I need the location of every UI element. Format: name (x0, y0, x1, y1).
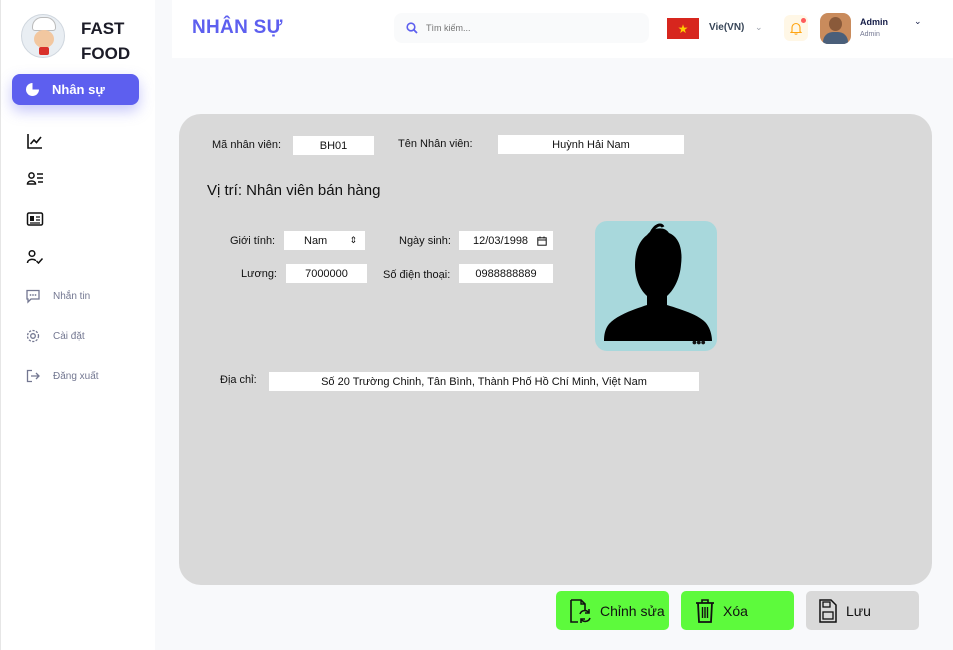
brand: FAST FOOD (21, 14, 130, 63)
sidebar-item-label: Nhân sự (52, 82, 105, 97)
edit-button-label: Chỉnh sửa (600, 602, 665, 619)
search-icon (406, 22, 418, 34)
user-name: Admin (860, 17, 888, 27)
chef-logo (21, 14, 65, 58)
salary-field[interactable]: 7000000 (286, 264, 367, 283)
save-file-icon (819, 598, 837, 623)
search-input[interactable] (426, 23, 626, 33)
employee-id-label: Mã nhân viên: (212, 139, 282, 151)
salary-label: Lương: (241, 268, 277, 280)
position-heading: Vị trí: Nhân viên bán hàng (207, 182, 381, 199)
chat-icon (26, 289, 40, 304)
logout-icon (26, 369, 40, 383)
chevron-down-icon[interactable]: ⌄ (755, 22, 763, 33)
person-silhouette-icon (604, 223, 712, 341)
sidebar-item-label: Đăng xuất (53, 370, 99, 382)
trash-icon (696, 598, 714, 623)
save-button-label: Lưu (846, 602, 871, 619)
vietnam-flag-icon[interactable]: ★ (667, 18, 699, 39)
chevron-down-icon[interactable]: ⌄ (914, 16, 922, 27)
gear-icon (26, 329, 40, 343)
calendar-icon[interactable] (537, 236, 547, 246)
language-selector[interactable]: Vie(VN) (709, 22, 744, 33)
gender-label: Giới tính: (230, 235, 276, 247)
delete-button[interactable]: Xóa (681, 591, 794, 630)
birthdate-value: 12/03/1998 (473, 234, 529, 247)
id-card-icon[interactable] (26, 210, 44, 228)
employee-card: Mã nhân viên: BH01 Tên Nhân viên: Huỳnh … (179, 114, 932, 585)
user-list-icon[interactable] (26, 170, 44, 188)
phone-label: Số điện thoại: (383, 269, 451, 281)
avatar[interactable] (820, 13, 851, 44)
gender-value: Nam (304, 234, 328, 247)
sidebar-item-nhan-su[interactable]: Nhân sự (12, 74, 139, 105)
brand-line-1: FAST (81, 19, 125, 38)
sidebar: FAST FOOD Nhân sự Nhắn tin Cài đặt Đăng … (0, 0, 155, 650)
page-title: NHÂN SỰ (192, 17, 283, 38)
employee-name-field[interactable]: Huỳnh Hải Nam (498, 135, 684, 154)
notification-dot (801, 18, 806, 23)
line-chart-icon[interactable] (26, 132, 44, 150)
save-button[interactable]: Lưu (806, 591, 919, 630)
birthdate-field[interactable]: 12/03/1998 (459, 231, 553, 250)
sidebar-item-label: Nhắn tin (53, 290, 91, 302)
employee-name-label: Tên Nhân viên: (398, 138, 473, 150)
search-box[interactable] (394, 13, 649, 43)
gender-select[interactable]: Nam ⇕ (284, 231, 365, 250)
user-check-icon[interactable] (26, 248, 44, 266)
address-field[interactable]: Số 20 Trường Chinh, Tân Bình, Thành Phố … (269, 372, 699, 391)
sidebar-item-label: Cài đặt (53, 330, 85, 342)
birthdate-label: Ngày sinh: (399, 235, 451, 247)
user-role: Admin (860, 31, 880, 38)
top-bar: NHÂN SỰ ★ Vie(VN) ⌄ Admin Admin ⌄ (172, 0, 953, 58)
pie-chart-icon (26, 83, 39, 96)
delete-button-label: Xóa (723, 602, 748, 619)
more-options-icon[interactable]: ●●● (692, 337, 706, 347)
select-arrows-icon: ⇕ (349, 235, 357, 245)
employee-photo[interactable]: ●●● (595, 221, 717, 351)
sidebar-item-cai-dat[interactable]: Cài đặt (25, 328, 85, 344)
address-label: Địa chỉ: (220, 374, 257, 386)
edit-button[interactable]: Chỉnh sửa (556, 591, 669, 630)
brand-name: FAST FOOD (81, 16, 161, 66)
bell-icon (790, 22, 802, 35)
employee-id-field[interactable]: BH01 (293, 136, 374, 155)
sidebar-item-nhan-tin[interactable]: Nhắn tin (25, 288, 90, 304)
edit-document-icon (570, 598, 591, 623)
brand-line-2: FOOD (81, 44, 131, 63)
sidebar-item-dang-xuat[interactable]: Đăng xuất (25, 368, 99, 384)
phone-field[interactable]: 0988888889 (459, 264, 553, 283)
